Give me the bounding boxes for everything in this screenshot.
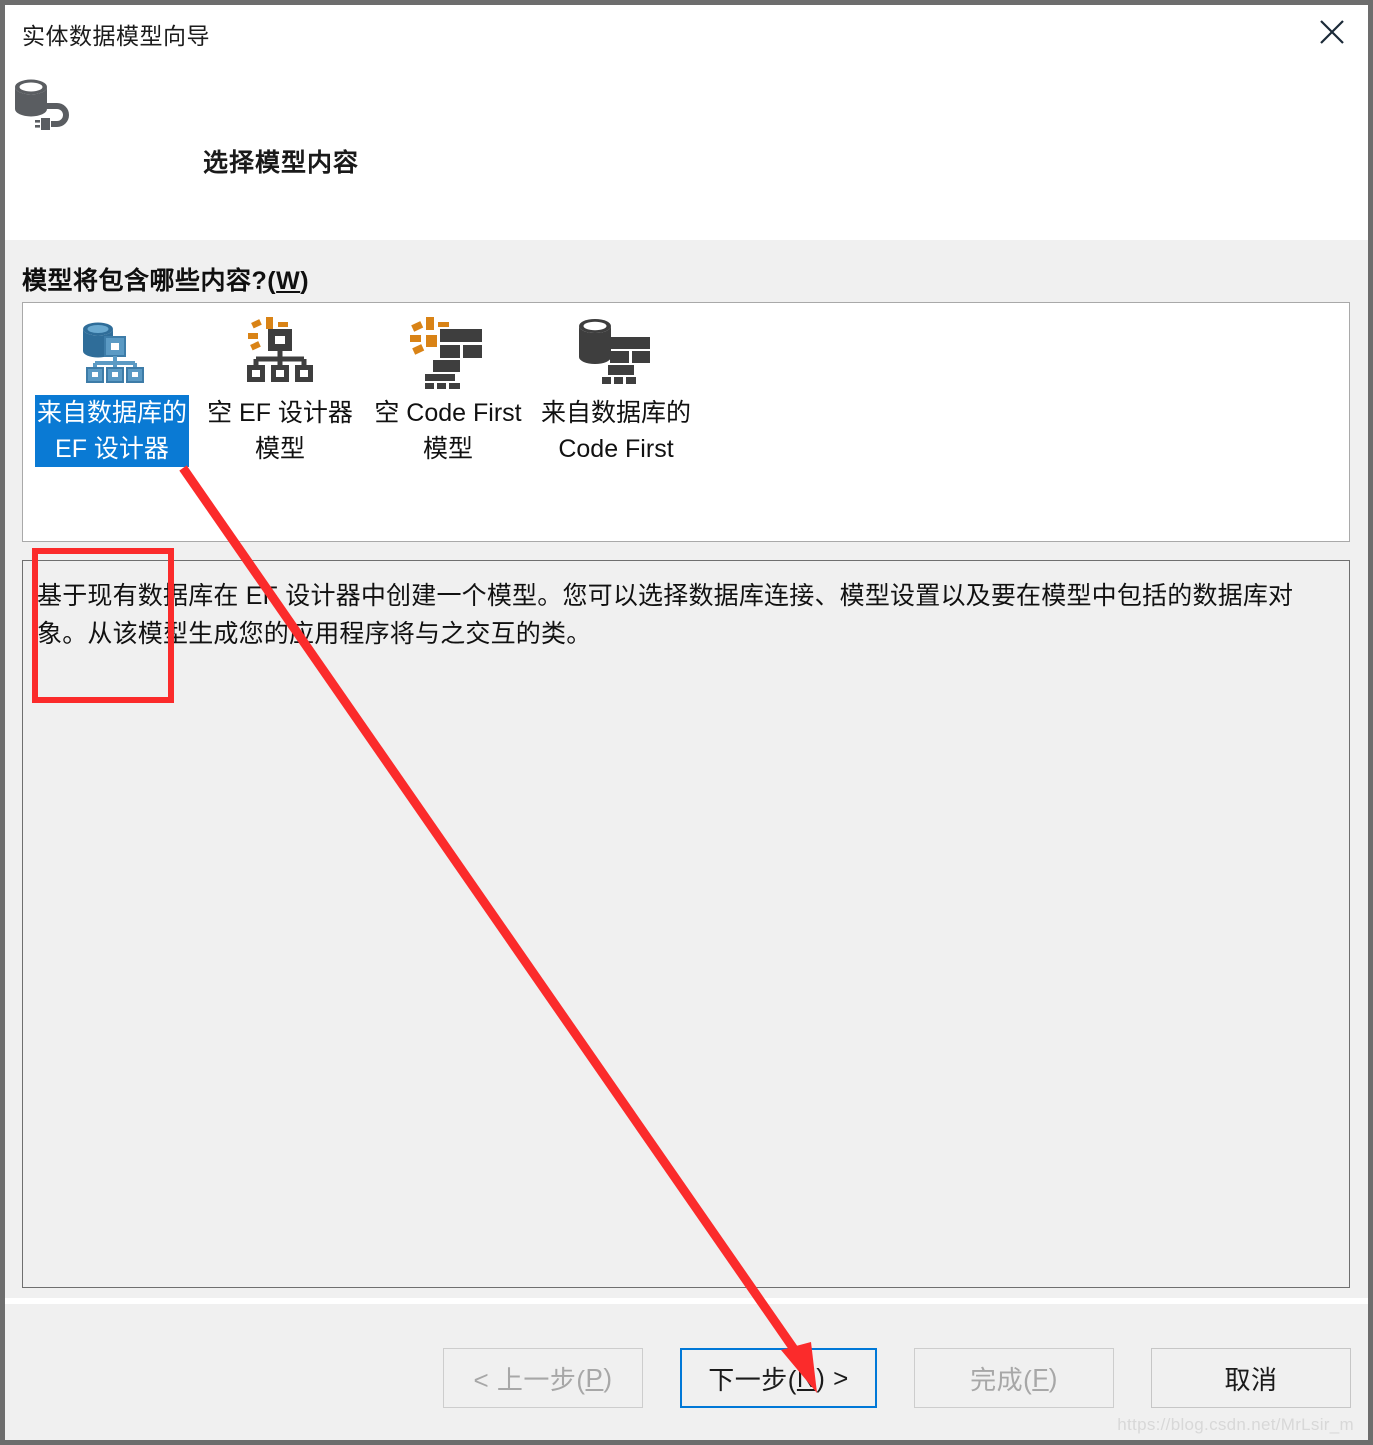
model-content-listbox[interactable]: 来自数据库的 EF 设计器 空 EF 设计器 模型 空 Code First 模… <box>22 302 1350 542</box>
model-option-database-code-first[interactable]: 来自数据库的 Code First <box>532 311 700 467</box>
model-description-text: 基于现有数据库在 EF 设计器中创建一个模型。您可以选择数据库连接、模型设置以及… <box>37 582 1294 648</box>
next-button-suffix: ) > <box>816 1362 849 1393</box>
next-button-accelerator: N <box>796 1362 817 1393</box>
finish-button-accelerator: F <box>1032 1362 1049 1393</box>
cancel-button-label: 取消 <box>1224 1364 1278 1395</box>
footer-button-row: < 上一步(P) 下一步(N) > 完成(F) 取消 <box>5 1348 1368 1408</box>
model-option-database-ef-designer[interactable]: 来自数据库的 EF 设计器 <box>28 311 196 467</box>
watermark-text: https://blog.csdn.net/MrLsir_m <box>1117 1415 1354 1434</box>
database-wizard-icon <box>10 76 82 138</box>
question-label: 模型将包含哪些内容?(W) <box>22 261 309 297</box>
back-button-prefix: < 上一步( <box>473 1364 586 1395</box>
close-icon <box>1320 20 1344 44</box>
back-button[interactable]: < 上一步(P) <box>443 1348 643 1408</box>
empty-code-first-icon <box>400 313 496 389</box>
window-title: 实体数据模型向导 <box>22 22 210 49</box>
entity-data-model-wizard-dialog: 实体数据模型向导 选择模型内容 模型将包含哪些内容?(W) 来自数据库的 EF … <box>0 0 1373 1445</box>
next-button[interactable]: 下一步(N) > <box>680 1348 877 1408</box>
model-option-label: 来自数据库的 EF 设计器 <box>34 395 189 467</box>
page-title: 选择模型内容 <box>203 149 360 177</box>
database-code-first-icon <box>568 313 664 389</box>
close-button[interactable] <box>1304 9 1360 55</box>
wizard-body: 模型将包含哪些内容?(W) 来自数据库的 EF 设计器 空 EF 设计器 模型 … <box>5 240 1368 1303</box>
title-bar: 实体数据模型向导 <box>5 5 1368 67</box>
back-button-suffix: ) <box>603 1362 613 1393</box>
model-option-label: 空 EF 设计器 模型 <box>207 399 353 463</box>
model-option-empty-code-first[interactable]: 空 Code First 模型 <box>364 311 532 467</box>
question-label-accelerator: W <box>276 267 301 295</box>
empty-entity-model-icon <box>232 313 328 389</box>
question-label-prefix: 模型将包含哪些内容?( <box>22 267 277 295</box>
finish-button-prefix: 完成( <box>970 1364 1033 1395</box>
finish-button-suffix: ) <box>1048 1362 1058 1393</box>
model-description-box: 基于现有数据库在 EF 设计器中创建一个模型。您可以选择数据库连接、模型设置以及… <box>22 560 1350 1288</box>
back-button-accelerator: P <box>585 1362 604 1393</box>
wizard-header: 选择模型内容 <box>5 67 1368 240</box>
finish-button[interactable]: 完成(F) <box>914 1348 1114 1408</box>
database-entity-model-icon <box>64 313 160 389</box>
model-option-label: 来自数据库的 Code First <box>540 399 691 463</box>
next-button-prefix: 下一步( <box>708 1364 797 1395</box>
question-label-suffix: ) <box>300 267 310 295</box>
model-options-list: 来自数据库的 EF 设计器 空 EF 设计器 模型 空 Code First 模… <box>28 311 700 467</box>
cancel-button[interactable]: 取消 <box>1151 1348 1351 1408</box>
model-option-empty-ef-designer[interactable]: 空 EF 设计器 模型 <box>196 311 364 467</box>
model-option-label: 空 Code First 模型 <box>374 399 522 463</box>
